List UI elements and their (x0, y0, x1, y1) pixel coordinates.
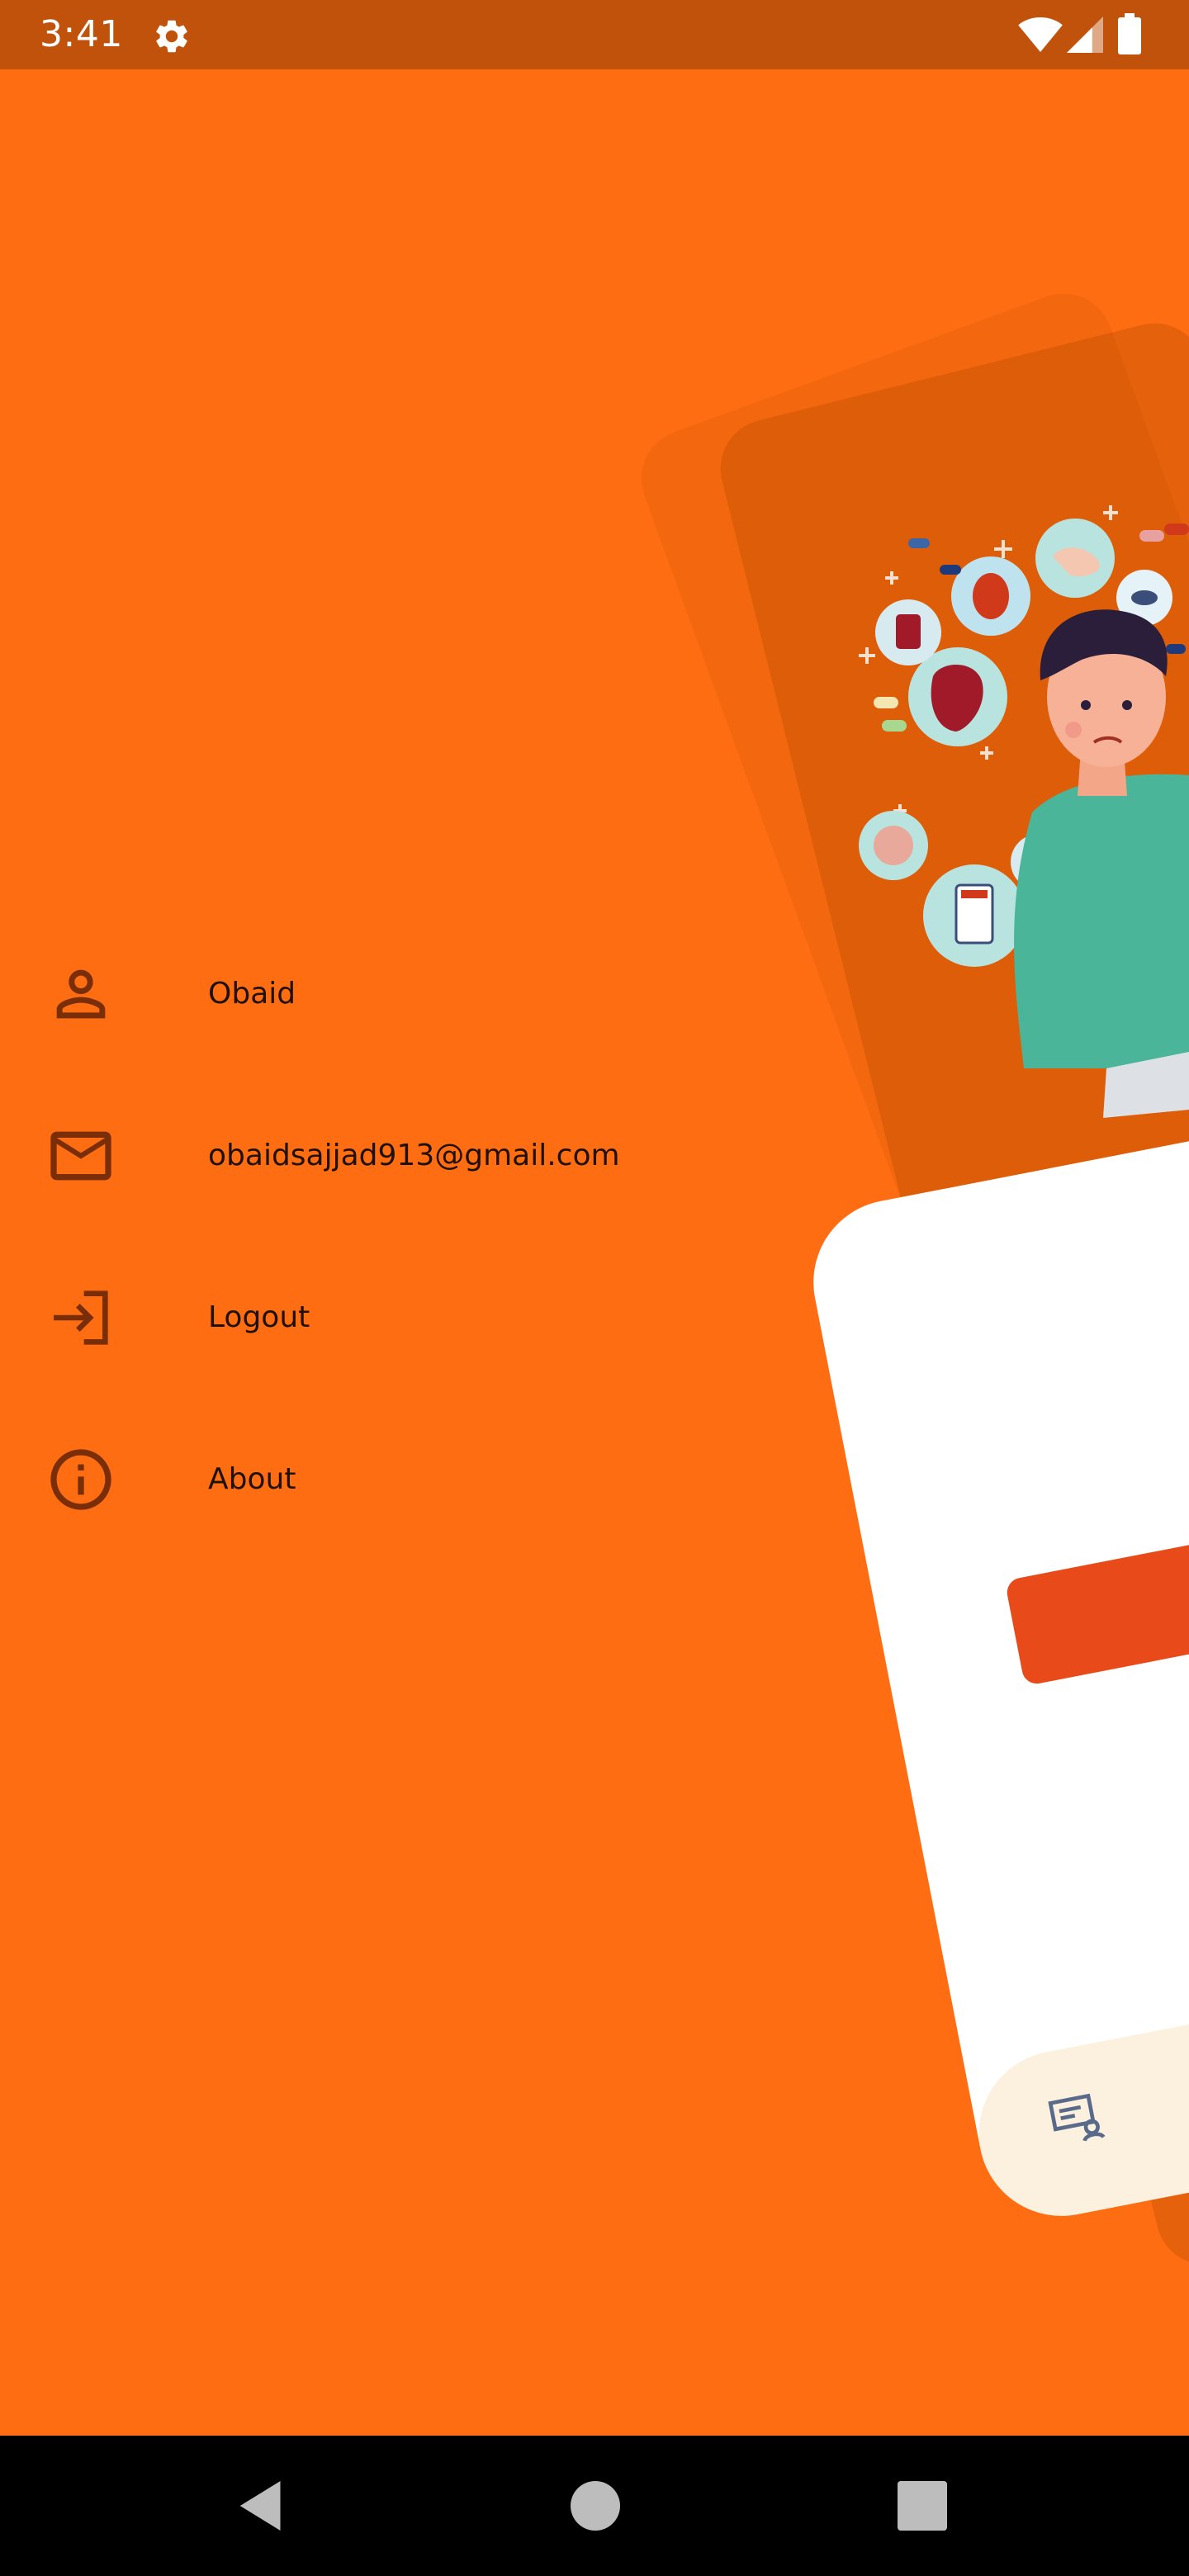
card-action-button[interactable] (1004, 1455, 1189, 1687)
drawer-item-profile[interactable]: Obaid (0, 945, 743, 1027)
signal-icon (1067, 17, 1103, 53)
recents-icon[interactable] (885, 2469, 959, 2543)
person-eye (1122, 700, 1132, 710)
drawer-item-label: Logout (208, 1300, 310, 1334)
home-icon[interactable] (558, 2469, 632, 2543)
clipboard-header (961, 890, 988, 898)
notes-icon[interactable] (1041, 2084, 1109, 2152)
drawer-item-email[interactable]: obaidsajjad913@gmail.com (0, 1106, 743, 1189)
health-illustration (859, 505, 1189, 1118)
info-icon (50, 1449, 111, 1510)
wifi-icon (1018, 17, 1063, 52)
status-time: 3:41 (40, 13, 123, 55)
drawer-item-logout[interactable]: Logout (0, 1268, 743, 1351)
drawer-item-label: Obaid (208, 977, 296, 1011)
card-bottom-nav (964, 1925, 1189, 2231)
logout-icon (54, 1290, 108, 1345)
main-area: Obaid obaidsajjad913@gmail.com Logout Ab… (0, 69, 1189, 2436)
status-icons (984, 13, 1149, 56)
brain-icon (874, 826, 913, 865)
drawer-item-label: About (208, 1462, 296, 1496)
person-icon (56, 969, 106, 1019)
person-cheek (1065, 722, 1082, 738)
gear-icon (156, 20, 187, 53)
drawer-item-about[interactable]: About (0, 1430, 743, 1513)
person-body (1014, 774, 1189, 1068)
person-eye (1081, 700, 1091, 710)
battery-icon (1118, 13, 1141, 54)
drawer-item-label: obaidsajjad913@gmail.com (208, 1139, 620, 1172)
eye-icon (1131, 590, 1158, 605)
app-card (799, 1075, 1189, 2231)
back-icon[interactable] (225, 2469, 299, 2543)
status-bar: 3:41 (0, 0, 1189, 69)
system-nav-bar (0, 2436, 1189, 2576)
pill-bottle-icon (896, 614, 921, 649)
mail-icon (50, 1131, 111, 1181)
kidney-icon (973, 573, 1009, 619)
